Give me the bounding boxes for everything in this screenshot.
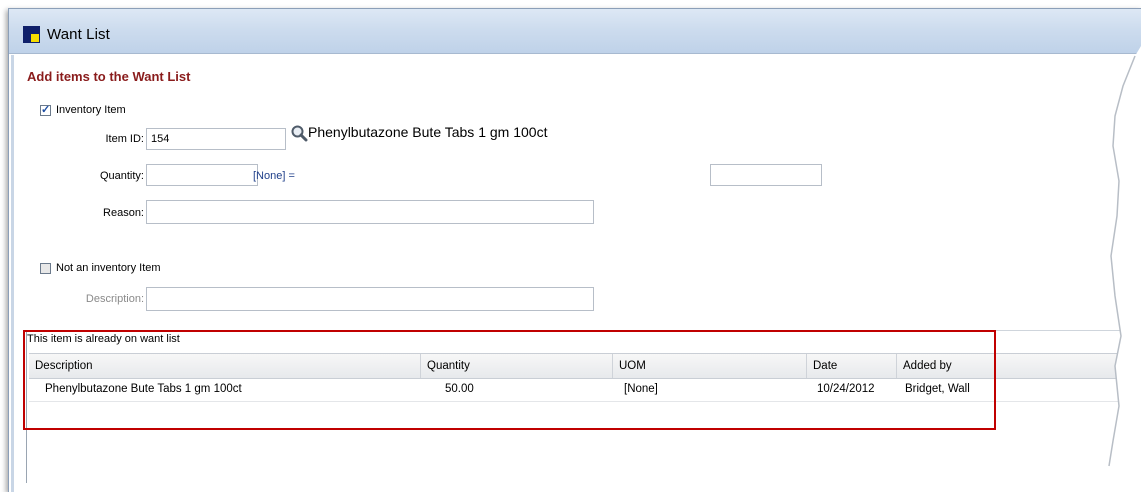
magnifier-icon[interactable] xyxy=(290,124,308,142)
row-added-by: Bridget, Wall xyxy=(905,383,970,395)
description-input[interactable] xyxy=(146,287,594,311)
column-header-date[interactable]: Date xyxy=(807,354,897,378)
grid-left-border xyxy=(26,330,27,483)
quantity-label: Quantity: xyxy=(99,170,144,182)
converted-quantity-input[interactable] xyxy=(710,164,822,186)
window-title: Want List xyxy=(47,26,110,43)
table-row[interactable]: Phenylbutazone Bute Tabs 1 gm 100ct 50.0… xyxy=(29,378,1124,402)
column-header-uom[interactable]: UOM xyxy=(613,354,807,378)
reason-label: Reason: xyxy=(103,207,144,219)
item-id-label: Item ID: xyxy=(105,133,144,145)
row-quantity: 50.00 xyxy=(445,383,474,395)
column-header-added-by[interactable]: Added by xyxy=(897,354,1124,378)
quantity-input[interactable] xyxy=(146,164,258,186)
app-logo-icon xyxy=(23,26,40,43)
torn-edge-decoration xyxy=(1105,46,1141,491)
row-description: Phenylbutazone Bute Tabs 1 gm 100ct xyxy=(45,383,242,395)
inventory-item-label: Inventory Item xyxy=(56,104,126,116)
grid-header: Description Quantity UOM Date Added by xyxy=(29,353,1124,379)
title-bar[interactable]: Want List xyxy=(9,9,1141,54)
uom-label[interactable]: [None] = xyxy=(253,170,295,182)
section-heading: Add items to the Want List xyxy=(27,69,191,84)
item-name-text: Phenylbutazone Bute Tabs 1 gm 100ct xyxy=(308,124,548,140)
item-id-input[interactable] xyxy=(146,128,286,150)
inventory-item-checkbox[interactable] xyxy=(40,103,51,116)
content-border xyxy=(11,55,14,492)
row-uom: [None] xyxy=(624,383,658,395)
not-inventory-item-label: Not an inventory Item xyxy=(56,262,161,274)
column-header-quantity[interactable]: Quantity xyxy=(421,354,613,378)
row-date: 10/24/2012 xyxy=(817,383,875,395)
not-inventory-item-checkbox[interactable] xyxy=(40,263,51,274)
reason-input[interactable] xyxy=(146,200,594,224)
description-label: Description: xyxy=(85,293,144,305)
column-header-description[interactable]: Description xyxy=(29,354,421,378)
already-on-list-notice: This item is already on want list xyxy=(27,333,180,345)
